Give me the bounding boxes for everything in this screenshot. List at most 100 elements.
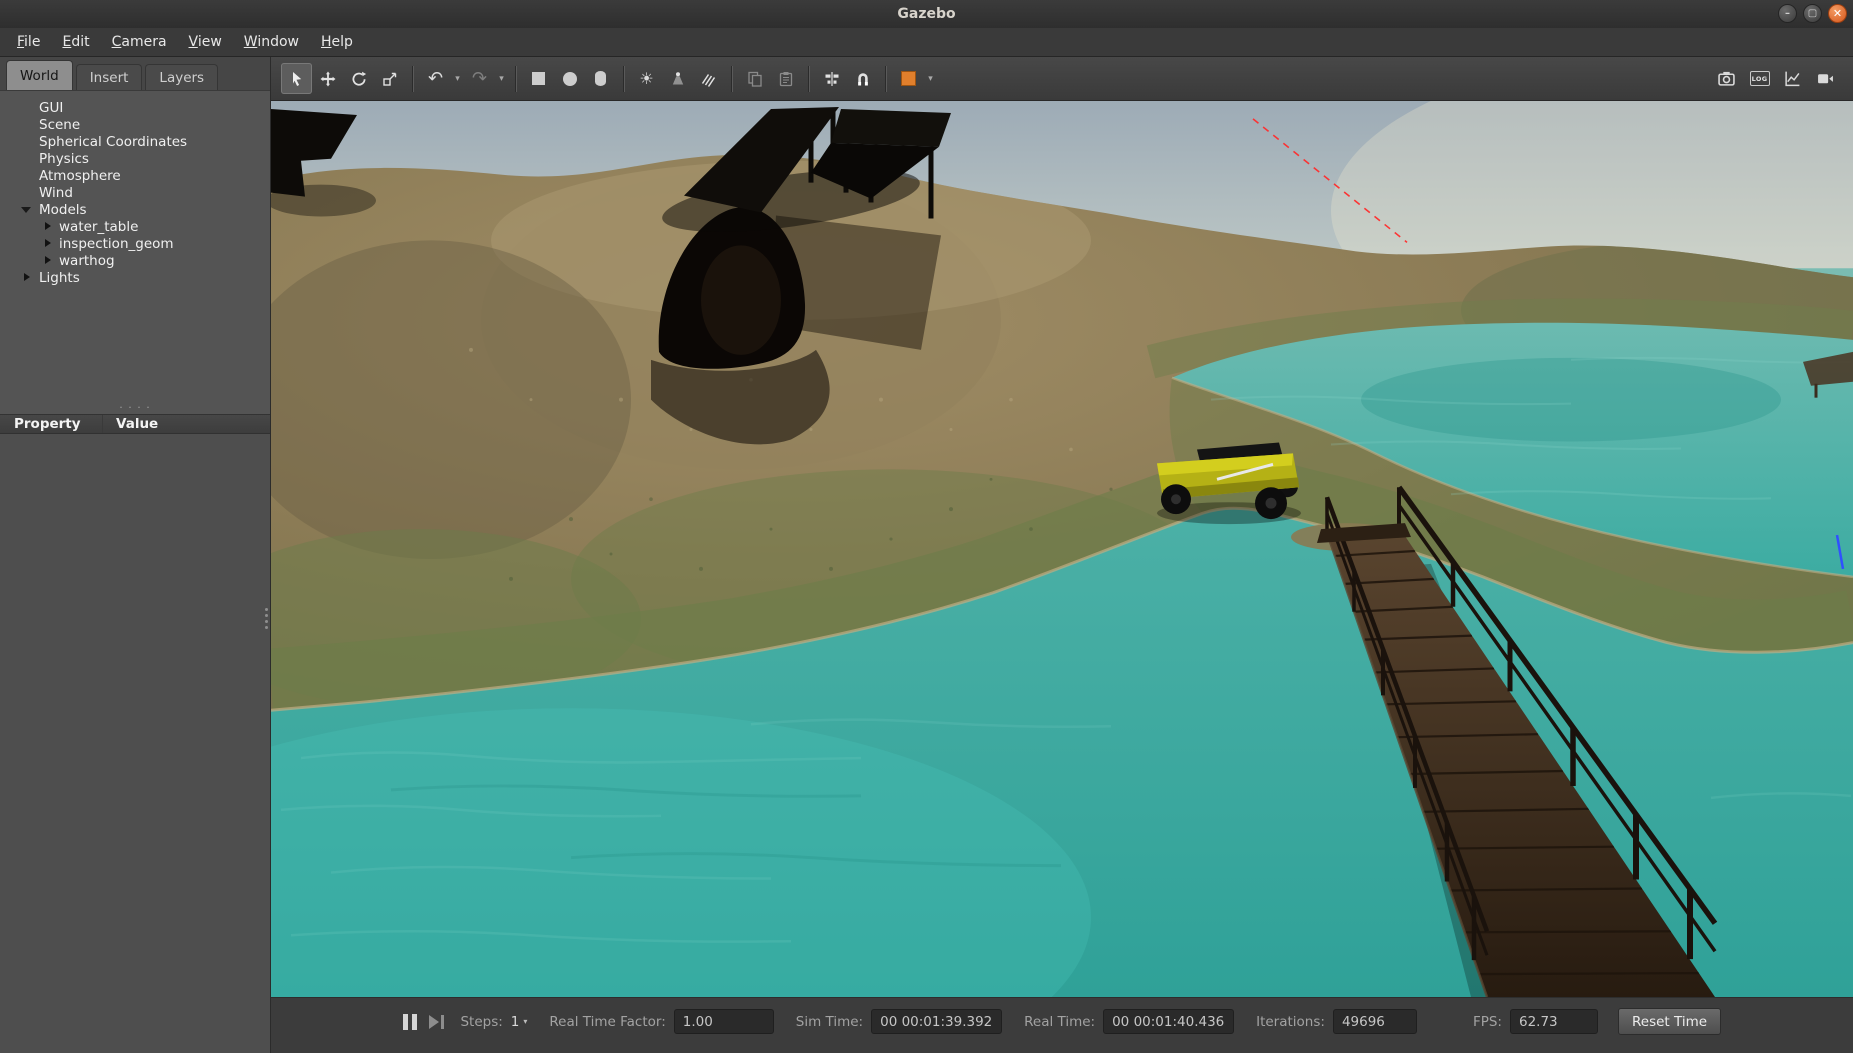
render-pane: ↶ ▾ ↷ ▾ ☀ [271, 57, 1853, 1053]
scene-render[interactable] [271, 101, 1853, 997]
point-light-button[interactable]: ☀ [631, 63, 662, 94]
tree-item-models[interactable]: Models [0, 201, 270, 218]
tree-item-gui[interactable]: GUI [0, 99, 270, 116]
log-icon: LOG [1750, 71, 1770, 86]
menu-help[interactable]: Help [310, 30, 364, 54]
spot-light-icon [670, 71, 686, 87]
expand-arrow-icon[interactable] [45, 256, 51, 264]
tree-item-scene[interactable]: Scene [0, 116, 270, 133]
expand-arrow-icon[interactable] [24, 273, 30, 281]
undo-button[interactable]: ↶ [420, 63, 451, 94]
vertical-splitter-handle[interactable] [265, 605, 269, 632]
tree-item-wind[interactable]: Wind [0, 184, 270, 201]
scale-tool-button[interactable] [374, 63, 405, 94]
maximize-button[interactable]: ▢ [1803, 4, 1822, 23]
camera-icon [1718, 70, 1735, 87]
tree-item-lights[interactable]: Lights [0, 269, 270, 286]
copy-button[interactable] [739, 63, 770, 94]
cylinder-icon [595, 71, 606, 86]
video-record-button[interactable] [1810, 63, 1841, 94]
menu-edit[interactable]: Edit [51, 30, 100, 54]
snap-tool-button[interactable] [847, 63, 878, 94]
tree-item-warthog[interactable]: warthog [0, 252, 270, 269]
insert-building-button[interactable] [893, 63, 924, 94]
sim-time-label: Sim Time: [796, 1014, 863, 1030]
menu-view[interactable]: View [178, 30, 233, 54]
paste-button[interactable] [770, 63, 801, 94]
spot-light-button[interactable] [662, 63, 693, 94]
world-tree: GUI Scene Spherical Coordinates Physics … [0, 91, 270, 401]
insert-box-button[interactable] [523, 63, 554, 94]
iterations-field[interactable]: 49696 [1333, 1009, 1417, 1034]
tab-insert[interactable]: Insert [76, 64, 143, 90]
tab-world[interactable]: World [6, 60, 73, 90]
select-tool-button[interactable] [281, 63, 312, 94]
directional-light-button[interactable] [693, 63, 724, 94]
expand-arrow-icon[interactable] [45, 239, 51, 247]
screenshot-button[interactable] [1711, 63, 1742, 94]
directional-light-icon [701, 71, 717, 87]
menubar: File Edit Camera View Window Help [0, 28, 1853, 57]
titlebar[interactable]: Gazebo – ▢ ✕ [0, 0, 1853, 28]
redo-button[interactable]: ↷ [464, 63, 495, 94]
expand-arrow-icon[interactable] [45, 222, 51, 230]
tab-layers[interactable]: Layers [145, 64, 218, 90]
insert-sphere-button[interactable] [554, 63, 585, 94]
align-tool-button[interactable] [816, 63, 847, 94]
menu-file[interactable]: File [6, 30, 51, 54]
close-button[interactable]: ✕ [1828, 4, 1847, 23]
real-time-factor-field[interactable]: 1.00 [674, 1009, 774, 1034]
rotate-tool-button[interactable] [343, 63, 374, 94]
statusbar: Steps: 1 ▾ Real Time Factor: 1.00 Sim Ti… [271, 997, 1853, 1053]
main-area: World Insert Layers GUI Scene Spherical … [0, 57, 1853, 1053]
toolbar-separator [623, 66, 624, 92]
redo-history-button[interactable]: ▾ [495, 63, 508, 94]
minimize-button[interactable]: – [1778, 4, 1797, 23]
steps-spinbox[interactable]: 1 ▾ [511, 1014, 528, 1030]
copy-icon [747, 71, 763, 87]
building-icon [901, 71, 916, 86]
toolbar-separator [515, 66, 516, 92]
value-column-header[interactable]: Value [103, 415, 270, 433]
horizontal-splitter[interactable] [0, 401, 270, 414]
plot-window-button[interactable] [1777, 63, 1808, 94]
sim-time-field[interactable]: 00 00:01:39.392 [871, 1009, 1002, 1034]
window-title: Gazebo [897, 6, 955, 22]
real-time-field[interactable]: 00 00:01:40.436 [1103, 1009, 1234, 1034]
real-time-label: Real Time: [1024, 1014, 1095, 1030]
tree-item-physics[interactable]: Physics [0, 150, 270, 167]
box-icon [532, 72, 545, 85]
undo-history-button[interactable]: ▾ [451, 63, 464, 94]
property-column-header[interactable]: Property [0, 415, 103, 433]
tree-item-water-table[interactable]: water_table [0, 218, 270, 235]
menu-camera[interactable]: Camera [101, 30, 178, 54]
reset-time-button[interactable]: Reset Time [1618, 1008, 1721, 1035]
paste-icon [778, 71, 794, 87]
step-icon [429, 1015, 439, 1029]
tree-item-inspection-geom[interactable]: inspection_geom [0, 235, 270, 252]
translate-tool-button[interactable] [312, 63, 343, 94]
insert-building-dropdown[interactable]: ▾ [924, 63, 937, 94]
steps-label: Steps: [460, 1014, 502, 1030]
steps-value: 1 [511, 1014, 520, 1030]
pause-button[interactable] [403, 1014, 417, 1030]
video-camera-icon [1817, 70, 1834, 87]
steps-dropdown-icon[interactable]: ▾ [523, 1017, 527, 1026]
tree-item-spherical-coordinates[interactable]: Spherical Coordinates [0, 133, 270, 150]
tree-item-atmosphere[interactable]: Atmosphere [0, 167, 270, 184]
fps-label: FPS: [1473, 1014, 1502, 1030]
real-time-factor-label: Real Time Factor: [549, 1014, 665, 1030]
log-recording-button[interactable]: LOG [1744, 63, 1775, 94]
fps-field[interactable]: 62.73 [1510, 1009, 1598, 1034]
insert-cylinder-button[interactable] [585, 63, 616, 94]
step-button[interactable] [429, 1015, 445, 1029]
menu-window[interactable]: Window [233, 30, 310, 54]
scale-icon [382, 71, 398, 87]
magnet-icon [855, 71, 871, 87]
3d-viewport[interactable] [271, 101, 1853, 997]
redo-icon: ↷ [472, 70, 487, 88]
toolbar: ↶ ▾ ↷ ▾ ☀ [271, 57, 1853, 101]
rotate-icon [351, 71, 367, 87]
collapse-arrow-icon[interactable] [21, 207, 31, 213]
undo-icon: ↶ [428, 70, 443, 88]
